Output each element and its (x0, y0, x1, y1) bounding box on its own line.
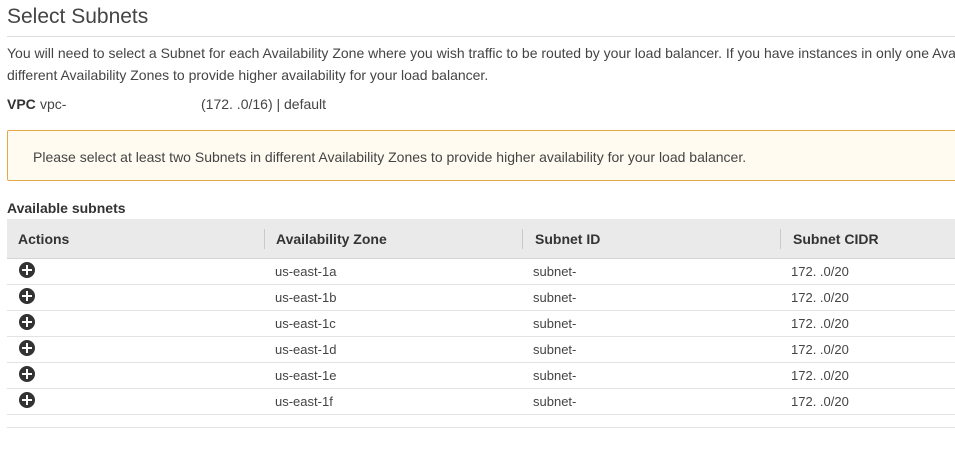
table-row: us-east-1f subnet- 172. .0/20 (7, 389, 955, 415)
plus-circle-icon[interactable] (19, 366, 35, 382)
subnet-id-cell: subnet- (533, 368, 577, 383)
availability-zone-cell: us-east-1f (275, 394, 333, 409)
plus-circle-icon[interactable] (19, 340, 35, 356)
column-header-subnet-id[interactable]: Subnet ID (535, 231, 600, 247)
plus-circle-icon[interactable] (19, 392, 35, 408)
table-row: us-east-1b subnet- 172. .0/20 (7, 285, 955, 311)
intro-line-1: You will need to select a Subnet for eac… (7, 45, 955, 61)
subnet-id-cell: subnet- (533, 316, 577, 331)
column-header-actions: Actions (18, 231, 70, 247)
availability-zone-cell: us-east-1a (275, 264, 337, 279)
subnet-id-cell: subnet- (533, 342, 577, 357)
select-subnets-page: Select Subnets You will need to select a… (0, 0, 955, 450)
plus-circle-icon[interactable] (19, 314, 35, 330)
subnet-cidr-cell: 172. .0/20 (791, 290, 849, 305)
vpc-cidr: (172. .0/16) | default (201, 96, 327, 112)
subnet-cidr-cell: 172. .0/20 (791, 316, 849, 331)
plus-circle-icon[interactable] (19, 288, 35, 304)
column-header-subnet-cidr[interactable]: Subnet CIDR (793, 231, 879, 247)
column-header-availability-zone[interactable]: Availability Zone (276, 231, 387, 247)
availability-zone-cell: us-east-1d (275, 342, 337, 357)
warning-alert: Please select at least two Subnets in di… (7, 130, 955, 181)
table-row: us-east-1d subnet- 172. .0/20 (7, 337, 955, 363)
availability-zone-cell: us-east-1e (275, 368, 337, 383)
table-row: us-east-1e subnet- 172. .0/20 (7, 363, 955, 389)
column-divider[interactable] (264, 229, 265, 249)
column-divider[interactable] (780, 229, 781, 249)
table-header: Actions Availability Zone Subnet ID Subn… (7, 219, 955, 259)
available-subnets-table: Actions Availability Zone Subnet ID Subn… (7, 219, 955, 428)
title-divider (7, 36, 955, 37)
vpc-label: VPC (7, 96, 36, 112)
vpc-id: vpc- (40, 96, 67, 112)
page-title: Select Subnets (7, 5, 149, 28)
subnet-cidr-cell: 172. .0/20 (791, 368, 849, 383)
subnet-id-cell: subnet- (533, 264, 577, 279)
subnet-id-cell: subnet- (533, 290, 577, 305)
subnet-id-cell: subnet- (533, 394, 577, 409)
intro-text: You will need to select a Subnet for eac… (7, 42, 955, 86)
alert-message: Please select at least two Subnets in di… (33, 149, 747, 165)
available-subnets-title: Available subnets (7, 200, 126, 216)
availability-zone-cell: us-east-1c (275, 316, 336, 331)
plus-circle-icon[interactable] (19, 262, 35, 278)
availability-zone-cell: us-east-1b (275, 290, 337, 305)
column-divider[interactable] (522, 229, 523, 249)
table-row: us-east-1c subnet- 172. .0/20 (7, 311, 955, 337)
table-row: us-east-1a subnet- 172. .0/20 (7, 259, 955, 285)
subnet-cidr-cell: 172. .0/20 (791, 394, 849, 409)
vpc-info: VPC vpc- (172. .0/16) | default (7, 96, 326, 112)
intro-line-2: different Availability Zones to provide … (7, 67, 489, 83)
subnet-cidr-cell: 172. .0/20 (791, 264, 849, 279)
subnet-cidr-cell: 172. .0/20 (791, 342, 849, 357)
table-footer (7, 415, 955, 428)
